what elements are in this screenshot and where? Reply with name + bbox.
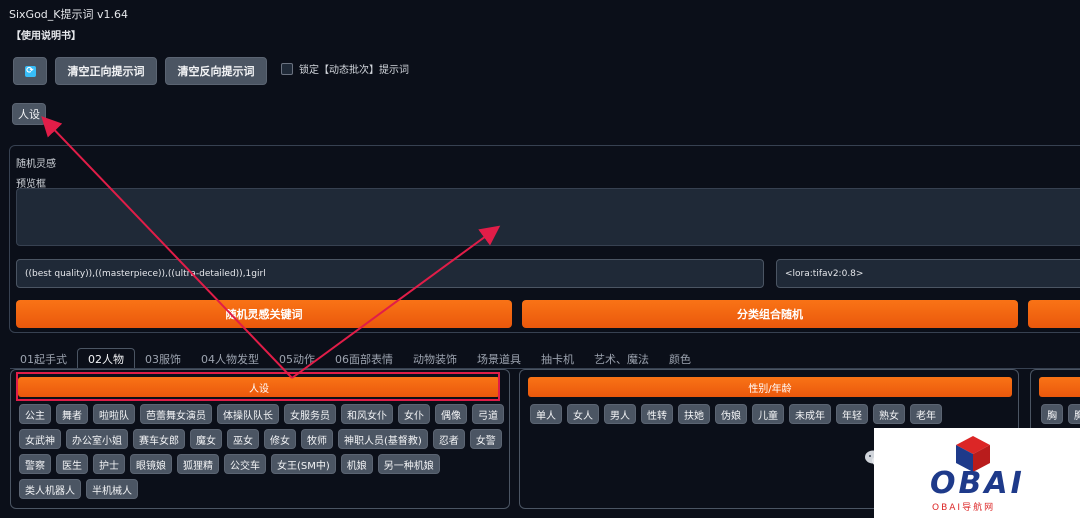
tag-button[interactable]: 修女	[264, 429, 296, 449]
tab-clothing[interactable]: 03服饰	[135, 348, 191, 369]
tag-button[interactable]: 赛车女郎	[133, 429, 185, 449]
refresh-icon: ⟳	[24, 65, 36, 77]
tag-button[interactable]: 未成年	[789, 404, 831, 424]
tag-button[interactable]: 芭蕾舞女演员	[140, 404, 212, 424]
tag-button[interactable]: 女人	[567, 404, 599, 424]
random-keywords-button[interactable]: 随机灵感关键词	[16, 300, 512, 328]
tag-button[interactable]: 男人	[604, 404, 636, 424]
positive-prompt-input[interactable]: ((best quality)),((masterpiece)),((ultra…	[16, 259, 764, 288]
tag-button[interactable]: 年轻	[836, 404, 868, 424]
tag-button[interactable]: 老年	[910, 404, 942, 424]
tag-button[interactable]: 偶像	[435, 404, 467, 424]
category-tabs: 01起手式 02人物 03服饰 04人物发型 05动作 06面部表情 动物装饰 …	[10, 348, 701, 369]
manual-link[interactable]: 【使用说明书】	[11, 27, 81, 42]
panel-title: 随机灵感	[16, 159, 56, 170]
clear-positive-button[interactable]: 清空正向提示词	[55, 57, 157, 85]
lock-batch-checkbox[interactable]	[281, 62, 293, 75]
tab-gacha[interactable]: 抽卡机	[531, 348, 584, 369]
tag-button[interactable]: 性转	[641, 404, 673, 424]
tag-button[interactable]: 牧师	[301, 429, 333, 449]
tag-button[interactable]: 办公室小姐	[66, 429, 128, 449]
tag-button[interactable]: 和风女仆	[341, 404, 393, 424]
tag-button[interactable]: 魔女	[190, 429, 222, 449]
tag-button[interactable]: 儿童	[752, 404, 784, 424]
gender-age-tag-list: 单人 女人 男人 性转 扶她 伪娘 儿童 未成年 年轻 熟女 老年	[530, 404, 1014, 424]
tag-button[interactable]: 啦啦队	[93, 404, 135, 424]
watermark-logo: OBAI OBAI导航网	[874, 428, 1080, 518]
third-tag-list: 胸胸	[1041, 404, 1080, 424]
tag-button[interactable]: 警察	[19, 454, 51, 474]
tag-button[interactable]: 体操队队长	[217, 404, 279, 424]
tag-button[interactable]: 女警	[469, 429, 502, 449]
refresh-button[interactable]: ⟳	[13, 57, 47, 85]
random-inspire-panel: 随机灵感 预览框 ((best quality)),((masterpiece)…	[9, 145, 1080, 333]
lock-batch-row[interactable]: 锁定【动态批次】提示词	[281, 61, 409, 76]
tag-button[interactable]: 伪娘	[715, 404, 747, 424]
extra-orange-button[interactable]	[1028, 300, 1080, 328]
tag-button[interactable]: 公主	[19, 404, 51, 424]
tag-button[interactable]: 神职人员(基督教)	[338, 429, 428, 449]
tag-button[interactable]: 胸	[1041, 404, 1063, 424]
tag-button[interactable]: 护士	[93, 454, 125, 474]
logo-subtext: OBAI导航网	[932, 503, 996, 513]
third-category-header[interactable]	[1039, 377, 1080, 397]
tag-button[interactable]: 另一种机娘	[377, 454, 440, 474]
tag-button[interactable]: 胸	[1068, 404, 1080, 424]
tab-scene-props[interactable]: 场景道具	[467, 348, 531, 369]
tag-button[interactable]: 眼镜娘	[130, 454, 172, 474]
tag-button[interactable]: 类人机器人	[19, 479, 81, 499]
persona-button[interactable]: 人设	[12, 103, 46, 125]
tag-button[interactable]: 女武神	[19, 429, 61, 449]
tag-button[interactable]: 巫女	[227, 429, 259, 449]
tag-button[interactable]: 女王(SM中)	[271, 454, 336, 474]
lock-batch-label: 锁定【动态批次】提示词	[299, 65, 409, 76]
app-title: SixGod_K提示词 v1.64	[9, 8, 128, 21]
tab-color[interactable]: 颜色	[659, 348, 701, 369]
annotation-highlight-box	[16, 372, 500, 401]
tag-button[interactable]: 舞者	[56, 404, 88, 424]
gender-age-category-header[interactable]: 性别/年龄	[528, 377, 1012, 397]
tag-button[interactable]: 弓道	[472, 404, 504, 424]
tag-button[interactable]: 忍者	[432, 429, 465, 449]
tab-expression[interactable]: 06面部表情	[325, 348, 403, 369]
tag-button[interactable]: 狐狸精	[177, 454, 219, 474]
persona-tag-list: 公主 舞者 啦啦队 芭蕾舞女演员 体操队队长 女服务员 和风女仆 女仆 偶像 弓道女武神 办公室小姐…	[19, 404, 505, 499]
lora-prompt-input[interactable]: <lora:tifav2:0.8>	[776, 259, 1080, 288]
tag-button[interactable]: 女服务员	[284, 404, 336, 424]
tag-button[interactable]: 半机械人	[86, 479, 138, 499]
tab-action[interactable]: 05动作	[269, 348, 325, 369]
tab-character[interactable]: 02人物	[77, 348, 135, 369]
tag-button[interactable]: 机娘	[340, 454, 373, 474]
clear-negative-button[interactable]: 清空反向提示词	[165, 57, 267, 85]
tab-hairstyle[interactable]: 04人物发型	[191, 348, 269, 369]
tag-button[interactable]: 公交车	[224, 454, 266, 474]
tag-button[interactable]: 单人	[530, 404, 562, 424]
tab-art-magic[interactable]: 艺术、魔法	[584, 348, 659, 369]
tag-button[interactable]: 扶她	[678, 404, 710, 424]
logo-text: OBAI	[930, 466, 1025, 501]
tab-animal-decor[interactable]: 动物装饰	[403, 348, 467, 369]
preview-textarea[interactable]	[16, 188, 1080, 246]
tag-button[interactable]: 女仆	[398, 404, 430, 424]
category-combo-button[interactable]: 分类组合随机	[522, 300, 1018, 328]
tag-button[interactable]: 医生	[56, 454, 88, 474]
tag-button[interactable]: 熟女	[873, 404, 905, 424]
tab-start[interactable]: 01起手式	[10, 348, 77, 369]
